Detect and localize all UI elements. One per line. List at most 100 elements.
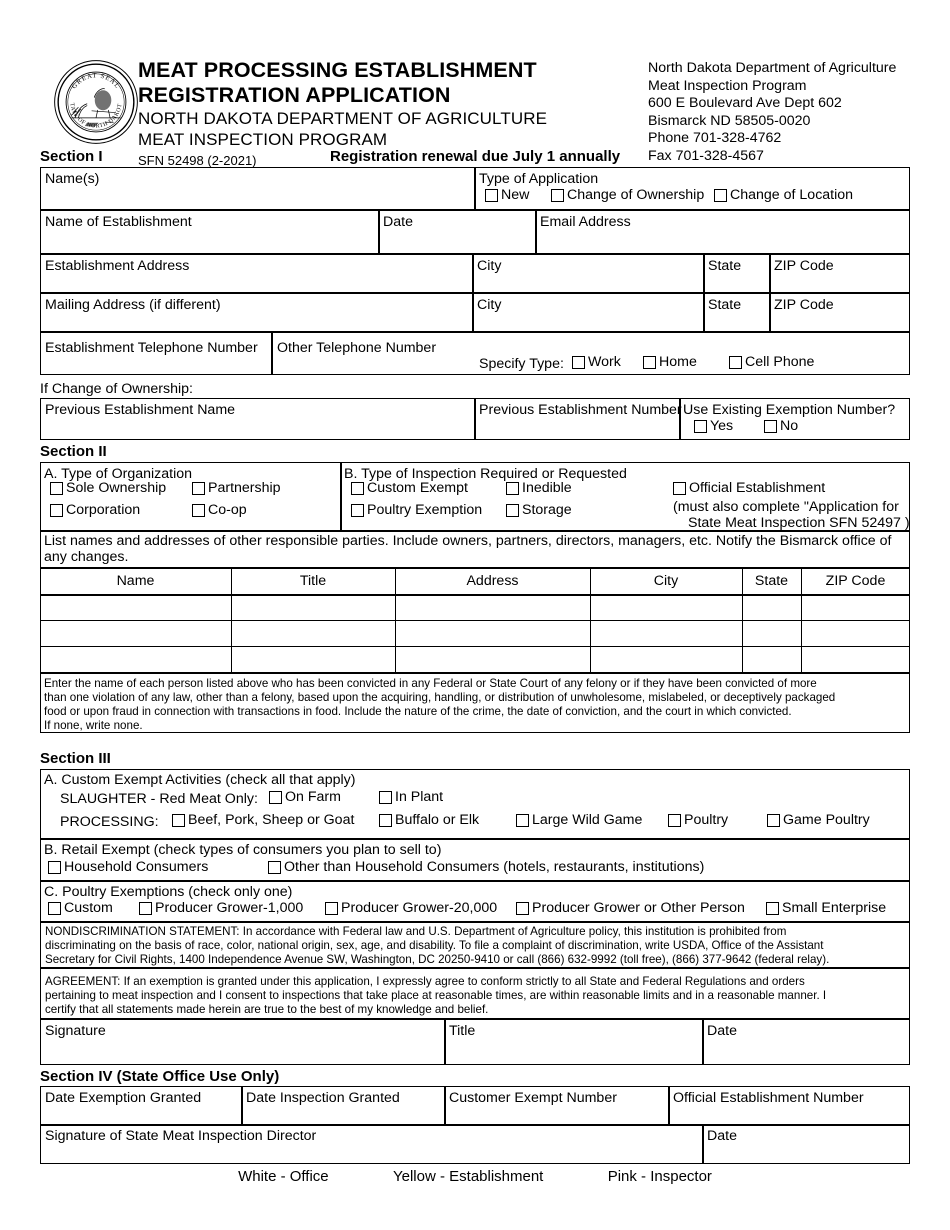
checkbox-icon[interactable] [379, 814, 392, 827]
checkbox-application-change-of-location[interactable]: Change of Location [714, 188, 853, 203]
checkbox-label: Producer Grower-1,000 [155, 900, 304, 916]
checkbox-inspection-official-establishment[interactable]: Official Establishment [673, 481, 825, 496]
checkbox-processing-large-wild-game[interactable]: Large Wild Game [516, 813, 642, 828]
checkbox-icon[interactable] [714, 189, 727, 202]
checkbox-inspection-inedible[interactable]: Inedible [506, 481, 572, 496]
checkbox-icon[interactable] [506, 504, 519, 517]
previous-establishment-number-label: Previous Establishment Number [479, 402, 682, 418]
checkbox-poultry-custom[interactable]: Custom [48, 901, 113, 916]
checkbox-icon[interactable] [268, 861, 281, 874]
checkbox-icon[interactable] [767, 814, 780, 827]
checkbox-icon[interactable] [485, 189, 498, 202]
checkbox-poultry-producer-grower-other-person[interactable]: Producer Grower or Other Person [516, 901, 745, 916]
checkbox-org-sole-ownership[interactable]: Sole Ownership [50, 481, 166, 496]
checkbox-label: Buffalo or Elk [395, 812, 480, 828]
checkbox-inspection-poultry-exemption[interactable]: Poultry Exemption [351, 503, 482, 518]
checkbox-application-change-of-ownership[interactable]: Change of Ownership [551, 188, 704, 203]
checkbox-icon[interactable] [172, 814, 185, 827]
checkbox-processing-beef-pork-sheep-goat[interactable]: Beef, Pork, Sheep or Goat [172, 813, 354, 828]
checkbox-label: Large Wild Game [532, 812, 643, 828]
checkbox-icon[interactable] [48, 861, 61, 874]
checkbox-icon[interactable] [516, 814, 529, 827]
checkbox-icon[interactable] [694, 420, 707, 433]
divider [271, 331, 273, 375]
checkbox-org-corporation[interactable]: Corporation [50, 503, 140, 518]
divider [474, 167, 476, 209]
checkbox-icon[interactable] [325, 902, 338, 915]
checkbox-icon[interactable] [379, 791, 392, 804]
nondiscrimination-line2: discriminating on the basis of race, col… [45, 939, 824, 952]
checkbox-label: Producer Grower or Other Person [532, 900, 745, 916]
conviction-disclosure-line2: than one violation of any law, other tha… [44, 691, 836, 704]
agency-city-state-zip: Bismarck ND 58505-0020 [648, 112, 811, 129]
checkbox-application-new[interactable]: New [485, 188, 529, 203]
north-dakota-state-seal-icon: GREAT SEAL STATE OF NORTH DAKOTA [50, 54, 140, 146]
checkbox-icon[interactable] [139, 902, 152, 915]
date-inspection-granted-label: Date Inspection Granted [246, 1090, 400, 1106]
checkbox-icon[interactable] [572, 356, 585, 369]
checkbox-icon[interactable] [643, 356, 656, 369]
checkbox-inspection-storage[interactable]: Storage [506, 503, 572, 518]
divider [241, 1086, 243, 1124]
checkbox-icon[interactable] [506, 482, 519, 495]
checkbox-org-partnership[interactable]: Partnership [192, 481, 281, 496]
divider [40, 921, 910, 923]
checkbox-icon[interactable] [192, 482, 205, 495]
agency-name: North Dakota Department of Agriculture [648, 60, 897, 76]
checkbox-icon[interactable] [269, 791, 282, 804]
checkbox-slaughter-on-farm[interactable]: On Farm [269, 790, 341, 805]
checkbox-processing-poultry[interactable]: Poultry [668, 813, 728, 828]
signature-label: Signature [45, 1023, 106, 1039]
svg-text:GREAT SEAL: GREAT SEAL [71, 72, 121, 90]
checkbox-label: Inedible [522, 480, 572, 496]
checkbox-label: On Farm [285, 789, 341, 805]
checkbox-icon[interactable] [351, 504, 364, 517]
divider [40, 1124, 910, 1126]
checkbox-icon[interactable] [673, 482, 686, 495]
checkbox-icon[interactable] [729, 356, 742, 369]
checkbox-retail-household-consumers[interactable]: Household Consumers [48, 860, 208, 875]
divider [472, 253, 474, 331]
state-label: State [708, 258, 742, 274]
checkbox-icon[interactable] [551, 189, 564, 202]
checkbox-icon[interactable] [766, 902, 779, 915]
slaughter-label: SLAUGHTER - Red Meat Only: [60, 791, 258, 807]
checkbox-processing-buffalo-elk[interactable]: Buffalo or Elk [379, 813, 479, 828]
zip-label: ZIP Code [774, 258, 834, 274]
customer-exempt-number-label: Customer Exempt Number [449, 1090, 617, 1106]
checkbox-icon[interactable] [50, 504, 63, 517]
checkbox-poultry-small-enterprise[interactable]: Small Enterprise [766, 901, 886, 916]
checkbox-retail-other-than-household[interactable]: Other than Household Consumers (hotels, … [268, 860, 704, 875]
checkbox-slaughter-in-plant[interactable]: In Plant [379, 790, 443, 805]
checkbox-phone-work[interactable]: Work [572, 355, 621, 370]
checkbox-icon[interactable] [351, 482, 364, 495]
checkbox-icon[interactable] [192, 504, 205, 517]
agency-program: Meat Inspection Program [648, 77, 807, 94]
agency-fax: Fax 701-328-4567 [648, 147, 764, 164]
checkbox-icon[interactable] [516, 902, 529, 915]
checkbox-org-coop[interactable]: Co-op [192, 503, 247, 518]
director-signature-label: Signature of State Meat Inspection Direc… [45, 1128, 317, 1144]
checkbox-processing-game-poultry[interactable]: Game Poultry [767, 813, 870, 828]
divider [40, 672, 910, 674]
checkbox-inspection-custom-exempt[interactable]: Custom Exempt [351, 481, 468, 496]
divider [444, 1019, 446, 1065]
checkbox-use-existing-exemption-no[interactable]: No [764, 419, 798, 434]
checkbox-icon[interactable] [764, 420, 777, 433]
checkbox-poultry-producer-grower-1000[interactable]: Producer Grower-1,000 [139, 901, 303, 916]
divider [444, 1086, 446, 1124]
checkbox-icon[interactable] [50, 482, 63, 495]
checkbox-label: Storage [522, 502, 572, 518]
table-header-address: Address [466, 573, 519, 589]
section-4-heading: Section IV (State Office Use Only) [40, 1068, 280, 1085]
checkbox-phone-home[interactable]: Home [643, 355, 697, 370]
checkbox-icon[interactable] [668, 814, 681, 827]
checkbox-phone-cell[interactable]: Cell Phone [729, 355, 814, 370]
divider [40, 331, 910, 333]
checkbox-poultry-producer-grower-20000[interactable]: Producer Grower-20,000 [325, 901, 497, 916]
email-label: Email Address [540, 214, 631, 230]
checkbox-label: Change of Ownership [567, 187, 705, 203]
checkbox-label: No [780, 418, 799, 434]
checkbox-use-existing-exemption-yes[interactable]: Yes [694, 419, 733, 434]
checkbox-icon[interactable] [48, 902, 61, 915]
